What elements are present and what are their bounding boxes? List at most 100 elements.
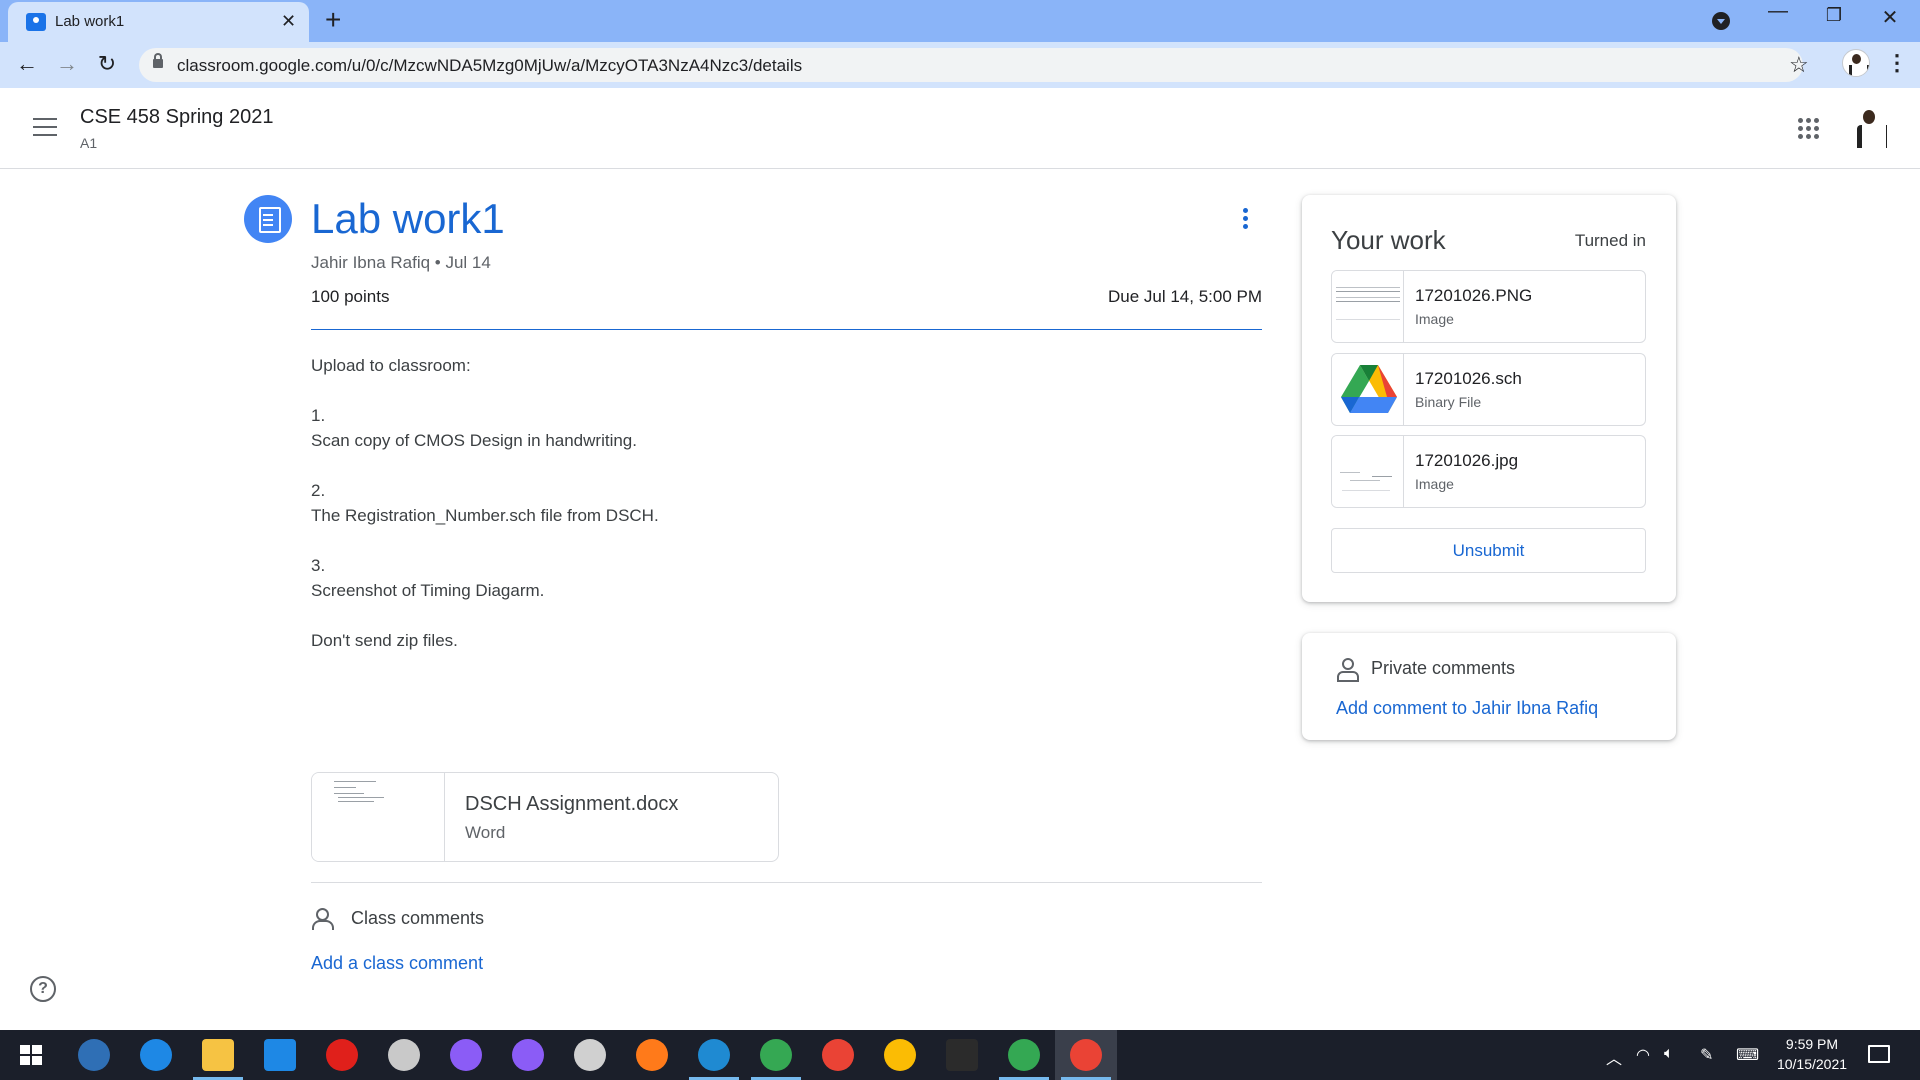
classroom-header: CSE 458 Spring 2021 A1 [0,88,1920,169]
windows-start-icon[interactable] [20,1045,42,1065]
firefox-icon[interactable] [636,1039,668,1071]
browser-toolbar: ← → ↻ classroom.google.com/u/0/c/MzcwNDA… [0,42,1920,88]
tray-overflow-icon[interactable]: ︿ [1606,1045,1622,1069]
instruction-line: Upload to classroom: [311,356,471,375]
edge-icon[interactable] [140,1039,172,1071]
submitted-file-card[interactable]: 17201026.PNG Image [1331,270,1646,343]
address-bar[interactable]: classroom.google.com/u/0/c/MzcwNDA5Mzg0M… [139,48,1809,82]
instruction-line: Scan copy of CMOS Design in handwriting. [311,431,637,450]
mail-icon[interactable] [264,1039,296,1071]
instruction-line [311,528,1211,553]
keyboard-icon[interactable]: ⌨ [1736,1045,1759,1065]
attachment-name[interactable]: DSCH Assignment.docx [465,793,678,816]
assignment-points: 100 points [311,287,390,306]
microwind-icon[interactable] [574,1039,606,1071]
chrome-icon[interactable] [884,1039,916,1071]
file-type: Image [1415,311,1454,327]
instruction-line [311,453,1211,478]
title-divider [311,329,1262,330]
your-work-title: Your work [1331,225,1446,255]
github-icon[interactable] [512,1039,544,1071]
class-comments-label: Class comments [351,908,485,928]
image-thumbnail [1332,436,1404,507]
file-type: Image [1415,476,1454,492]
unsubmit-button[interactable]: Unsubmit [1331,528,1646,573]
restore-icon[interactable]: ❐ [1814,5,1854,26]
submitted-file-card[interactable]: 17201026.sch Binary File [1331,353,1646,426]
image-thumbnail [1332,271,1404,342]
lock-icon[interactable] [153,53,163,68]
tab-title: Lab work1 [55,13,125,30]
document-thumbnail [312,773,445,861]
reload-icon[interactable]: ↻ [92,50,122,78]
pen-icon[interactable]: ✎ [1700,1045,1713,1065]
notification-icon[interactable] [1868,1045,1890,1063]
private-comments-panel: Private comments Add comment to Jahir Ib… [1302,633,1676,740]
google-drive-icon [1332,354,1404,425]
assignment-title: Lab work1 [311,195,505,242]
dsch-icon[interactable] [388,1039,420,1071]
instruction-line: 2. [311,481,326,500]
tab-close-icon[interactable]: ✕ [281,11,296,31]
forward-icon[interactable]: → [52,50,82,78]
more-options-icon[interactable] [1240,208,1250,232]
instruction-line: 3. [311,556,326,575]
opera-icon[interactable] [326,1039,358,1071]
account-avatar[interactable] [1851,108,1887,148]
chrome-icon[interactable] [1070,1039,1102,1071]
assignment-icon [244,195,292,243]
file-explorer-icon[interactable] [202,1039,234,1071]
chrome-profile-avatar[interactable] [1842,49,1870,77]
file-name[interactable]: 17201026.sch [1415,369,1522,389]
people-icon [312,907,340,930]
attachment-type: Word [465,823,506,842]
attachment-card[interactable]: DSCH Assignment.docx Word [311,772,779,862]
qbittorrent-icon[interactable] [78,1039,110,1071]
volume-icon[interactable]: 🔈︎ [1664,1045,1674,1063]
class-name-link[interactable]: CSE 458 Spring 2021 [80,106,273,129]
chrome-icon[interactable] [1008,1039,1040,1071]
class-section: A1 [80,135,98,151]
classroom-favicon-icon [26,13,46,31]
minimize-icon[interactable]: — [1758,0,1798,23]
globe-app-icon[interactable] [760,1039,792,1071]
person-icon [1336,658,1359,682]
your-work-panel: Your work Turned in 17201026.PNG Image 1… [1302,195,1676,602]
url-text[interactable]: classroom.google.com/u/0/c/MzcwNDA5Mzg0M… [177,56,802,76]
instruction-line: Don't send zip files. [311,631,458,650]
file-name[interactable]: 17201026.jpg [1415,451,1518,471]
new-tab-button[interactable]: + [325,6,341,34]
taskbar-time[interactable]: 9:59 PM [1782,1036,1842,1052]
google-apps-icon[interactable] [1798,118,1820,140]
vscode-icon[interactable] [698,1039,730,1071]
assignment-due-date: Due Jul 14, 5:00 PM [1107,287,1262,306]
browser-tab[interactable]: Lab work1 ✕ [8,2,309,42]
tab-search-icon[interactable] [1712,12,1730,30]
windows-taskbar: ︿ ◠ 🔈︎ ✎ ⌨ 9:59 PM 10/15/2021 [0,1030,1920,1080]
chrome-icon[interactable] [822,1039,854,1071]
browser-tab-strip: Lab work1 ✕ + — ❐ ✕ [0,0,1920,42]
back-icon[interactable]: ← [12,50,42,78]
bookmark-star-icon[interactable]: ☆ [1789,52,1809,78]
instruction-line [311,378,1211,403]
submitted-file-card[interactable]: 17201026.jpg Image [1331,435,1646,508]
chrome-menu-icon[interactable]: ⋮ [1886,50,1908,76]
help-icon[interactable]: ? [30,976,56,1002]
instruction-line: Screenshot of Timing Diagarm. [311,581,545,600]
submission-status: Turned in [1574,231,1646,250]
assignment-instructions: Upload to classroom: 1. Scan copy of CMO… [311,353,1211,653]
network-icon[interactable]: ◠ [1636,1045,1650,1065]
hamburger-menu-icon[interactable] [33,118,57,136]
instruction-line: 1. [311,406,326,425]
instruction-line: The Registration_Number.sch file from DS… [311,506,659,525]
file-type: Binary File [1415,394,1482,410]
messenger-icon[interactable] [450,1039,482,1071]
taskbar-date[interactable]: 10/15/2021 [1770,1056,1854,1072]
comments-divider [311,882,1262,883]
add-private-comment-link[interactable]: Add comment to Jahir Ibna Rafiq [1336,698,1598,719]
terminal-icon[interactable] [946,1039,978,1071]
close-window-icon[interactable]: ✕ [1870,5,1910,30]
file-name[interactable]: 17201026.PNG [1415,286,1532,306]
add-class-comment-link[interactable]: Add a class comment [311,953,483,974]
assignment-meta: Jahir Ibna Rafiq • Jul 14 [311,253,491,272]
